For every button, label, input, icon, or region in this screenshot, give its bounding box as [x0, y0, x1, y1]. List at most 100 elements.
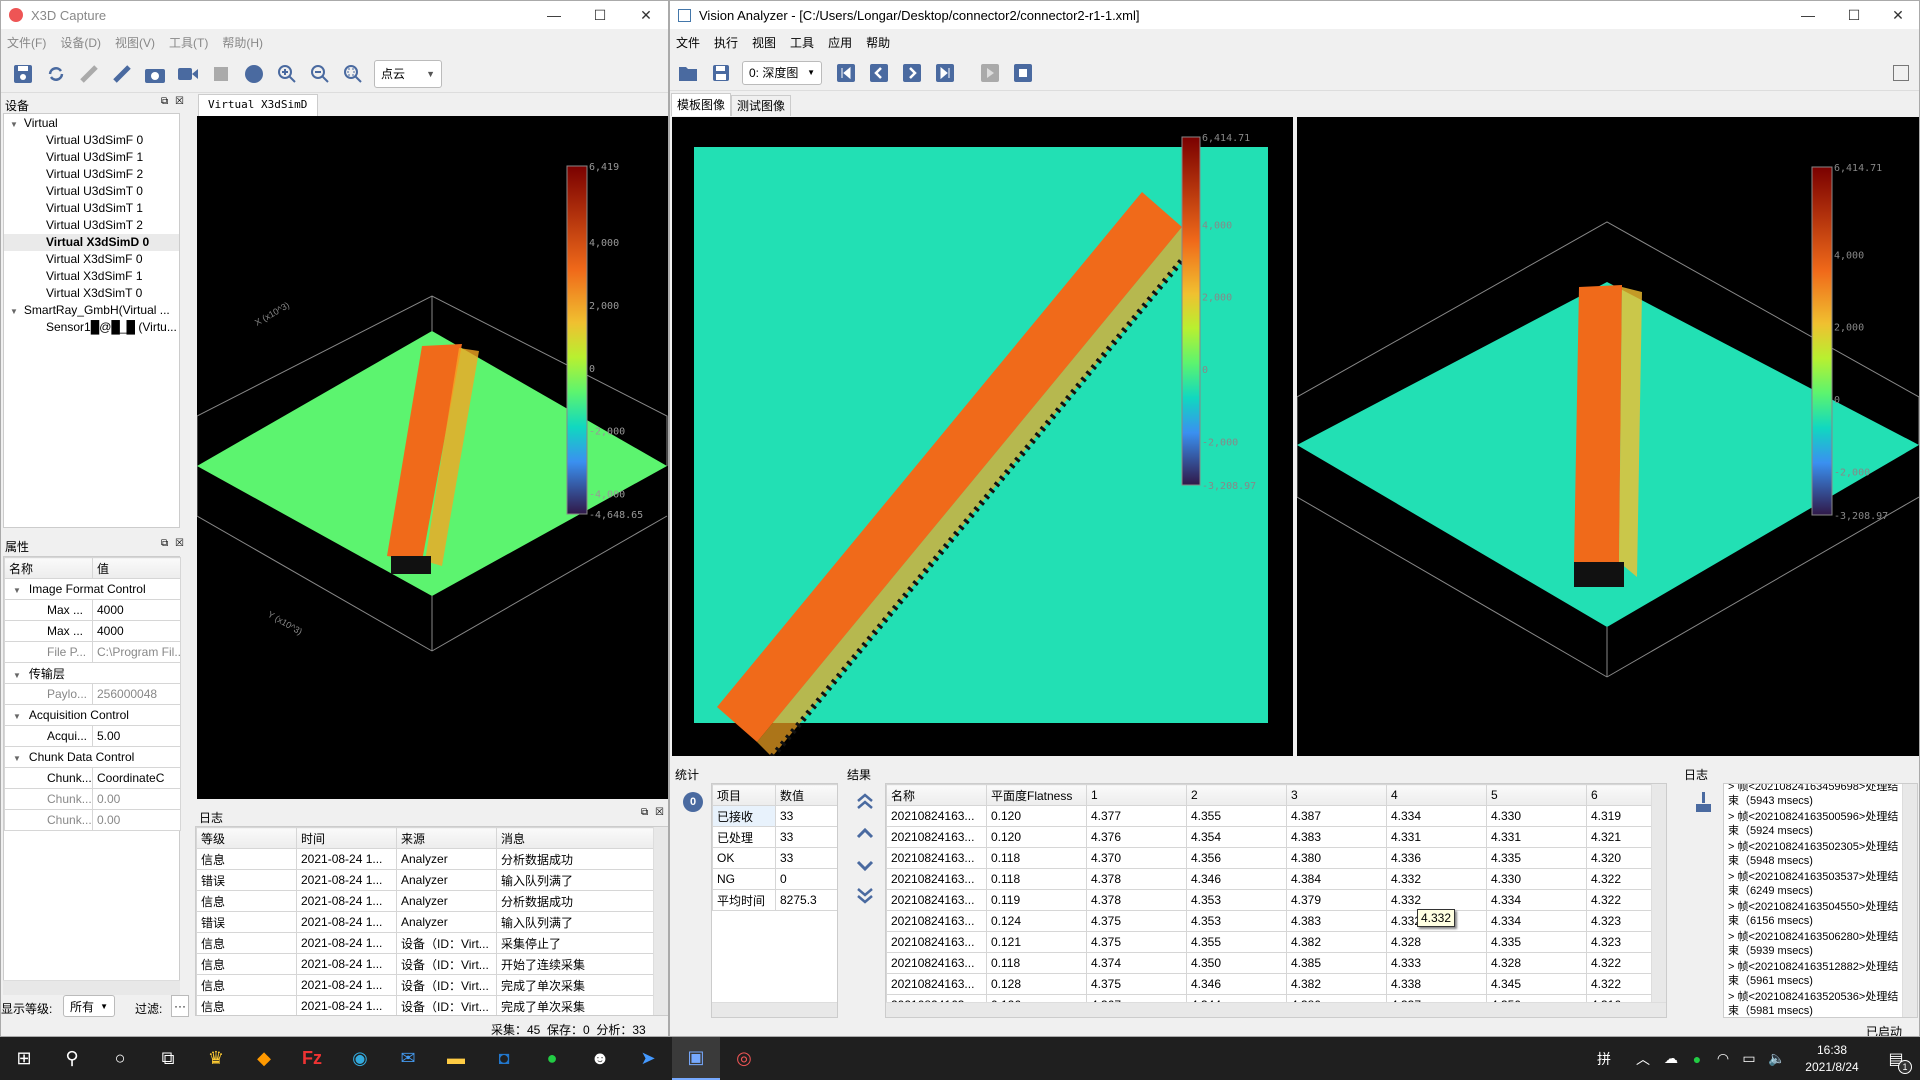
refresh-icon[interactable]	[44, 62, 68, 86]
property-group[interactable]: ▼ Acquisition Control	[4, 704, 181, 726]
play-button[interactable]	[978, 61, 1002, 85]
ime-indicator[interactable]: 拼	[1580, 1037, 1628, 1080]
device-item-selected[interactable]: Virtual X3dSimD 0	[4, 234, 179, 251]
col-value[interactable]: 值	[92, 557, 181, 579]
menu-apps[interactable]: 应用	[828, 34, 852, 51]
level-select[interactable]: 所有 ▼	[63, 995, 115, 1017]
log-row[interactable]: 信息 2021-08-24 1... 设备（ID：Virt... 开始了连续采集	[196, 953, 657, 975]
log-row[interactable]: 信息 2021-08-24 1... 设备（ID：Virt... 完成了单次采集	[196, 995, 657, 1015]
filter-button[interactable]: ···	[171, 995, 189, 1017]
device-item[interactable]: Virtual X3dSimT 0	[4, 285, 179, 302]
stats-hscroll[interactable]	[712, 1002, 837, 1017]
col-level[interactable]: 等级	[196, 827, 297, 849]
qq-icon[interactable]: ☻	[576, 1037, 624, 1080]
onedrive-icon[interactable]: ☁	[1658, 1037, 1684, 1080]
log-row[interactable]: 信息 2021-08-24 1... Analyzer 分析数据成功	[196, 848, 657, 870]
app-taskbar-icon[interactable]: ◆	[240, 1037, 288, 1080]
property-value[interactable]: C:\Program Fil...	[92, 641, 181, 663]
task-view-icon[interactable]: ⧉	[144, 1037, 192, 1080]
minimize-button[interactable]: —	[531, 1, 577, 29]
scroll-top-icon[interactable]	[855, 791, 875, 811]
camera-icon[interactable]	[143, 62, 167, 86]
property-row[interactable]: Max ... 4000	[4, 599, 181, 621]
property-row[interactable]: Chunk... CoordinateC	[4, 767, 181, 789]
device-item[interactable]: Virtual U3dSimT 1	[4, 200, 179, 217]
zoom-fit-icon[interactable]	[341, 62, 365, 86]
tree-group-virtual[interactable]: ▼ Virtual	[4, 115, 179, 132]
record-icon[interactable]	[242, 62, 266, 86]
tab-test-image[interactable]: 测试图像	[731, 95, 791, 116]
close-panel-icon[interactable]: ☒	[175, 96, 184, 107]
results-col-header[interactable]: 4	[1386, 784, 1487, 806]
menu-file[interactable]: 文件	[676, 34, 700, 51]
property-row[interactable]: Chunk... 0.00	[4, 809, 181, 831]
filezilla-icon[interactable]: Fz	[288, 1037, 336, 1080]
device-item[interactable]: Sensor1█@█_█ (Virtu...	[4, 319, 179, 336]
property-value[interactable]: 5.00	[92, 725, 181, 747]
menu-help[interactable]: 帮助	[866, 34, 890, 51]
menu-view[interactable]: 视图(V)	[115, 34, 155, 51]
menu-tools[interactable]: 工具	[790, 34, 814, 51]
col-time[interactable]: 时间	[296, 827, 397, 849]
property-value[interactable]: 4000	[92, 620, 181, 642]
col-name[interactable]: 名称	[4, 557, 93, 579]
wechat-icon[interactable]: ●	[528, 1037, 576, 1080]
results-row[interactable]: 20210824163... 0.118 4.370 4.356 4.380 4.336 4…	[886, 847, 1653, 869]
clear-log-broom-icon[interactable]	[1694, 791, 1712, 813]
float-icon[interactable]: ⧉	[161, 96, 168, 107]
view-mode-select[interactable]: 点云 ▼	[374, 59, 442, 88]
next-frame-button[interactable]	[900, 61, 924, 85]
mail-icon[interactable]: ✉	[384, 1037, 432, 1080]
close-panel-icon[interactable]: ☒	[175, 538, 184, 549]
device-item[interactable]: Virtual X3dSimF 0	[4, 251, 179, 268]
connect-icon[interactable]	[110, 62, 134, 86]
app-taskbar-icon[interactable]: ♛	[192, 1037, 240, 1080]
log-row[interactable]: 错误 2021-08-24 1... Analyzer 输入队列满了	[196, 911, 657, 933]
tab-template-image[interactable]: 模板图像	[671, 93, 731, 116]
open-folder-icon[interactable]	[676, 61, 700, 85]
depth-image-view[interactable]: 6,414.71 4,000 2,000 0 -2,000 -3,208.97	[672, 117, 1293, 756]
stats-row[interactable]: NG 0	[712, 868, 837, 890]
close-button[interactable]: ✕	[1875, 1, 1919, 29]
scroll-bottom-icon[interactable]	[855, 886, 875, 906]
device-item[interactable]: Virtual U3dSimF 0	[4, 132, 179, 149]
3d-view[interactable]: 6,414.71 4,000 2,000 0 -2,000 -3,208.97	[1297, 117, 1920, 756]
tree-group-smartray[interactable]: ▼ SmartRay_GmbH(Virtual ...	[4, 302, 179, 319]
results-hscroll[interactable]	[886, 1002, 1666, 1017]
results-col-header[interactable]: 3	[1286, 784, 1387, 806]
col-source[interactable]: 来源	[396, 827, 497, 849]
scroll-down-icon[interactable]	[855, 859, 875, 873]
stop-icon[interactable]	[209, 62, 233, 86]
property-row[interactable]: Chunk... 0.00	[4, 788, 181, 810]
start-windows-icon[interactable]: ⊞	[0, 1037, 48, 1080]
device-item[interactable]: Virtual U3dSimF 1	[4, 149, 179, 166]
menu-tools[interactable]: 工具(T)	[169, 34, 208, 51]
property-row[interactable]: Acqui... 5.00	[4, 725, 181, 747]
property-value[interactable]: 0.00	[92, 809, 181, 831]
results-col-header[interactable]: 1	[1086, 784, 1187, 806]
device-hscroll[interactable]	[3, 980, 180, 995]
property-value[interactable]: 4000	[92, 599, 181, 621]
float-icon[interactable]: ⧉	[641, 807, 648, 818]
save-icon[interactable]	[11, 62, 35, 86]
panel-toggle-icon[interactable]	[1893, 65, 1909, 81]
float-icon[interactable]: ⧉	[161, 538, 168, 549]
results-row[interactable]: 20210824163... 0.128 4.375 4.346 4.382 4.338 4…	[886, 973, 1653, 995]
tab-viewport[interactable]: Virtual X3dSimD 0	[198, 94, 318, 131]
stop-button[interactable]	[1011, 61, 1035, 85]
feishu-icon[interactable]: ➤	[624, 1037, 672, 1080]
menu-run[interactable]: 执行	[714, 34, 738, 51]
zoom-in-icon[interactable]	[275, 62, 299, 86]
results-col-header[interactable]: 6	[1586, 784, 1653, 806]
results-row[interactable]: 20210824163... 0.124 4.375 4.353 4.383 4.332 4…	[886, 910, 1653, 932]
first-frame-button[interactable]	[834, 61, 858, 85]
wifi-icon[interactable]: ◠	[1710, 1037, 1736, 1080]
disconnect-icon[interactable]	[77, 62, 101, 86]
battery-icon[interactable]: ▭	[1736, 1037, 1762, 1080]
save-icon[interactable]	[709, 61, 733, 85]
results-row[interactable]: 20210824163... 0.118 4.374 4.350 4.385 4.333 4…	[886, 952, 1653, 974]
stats-row[interactable]: 已接收 33	[712, 805, 837, 827]
close-button[interactable]: ✕	[623, 1, 668, 29]
prev-frame-button[interactable]	[867, 61, 891, 85]
device-item[interactable]: Virtual U3dSimT 0	[4, 183, 179, 200]
